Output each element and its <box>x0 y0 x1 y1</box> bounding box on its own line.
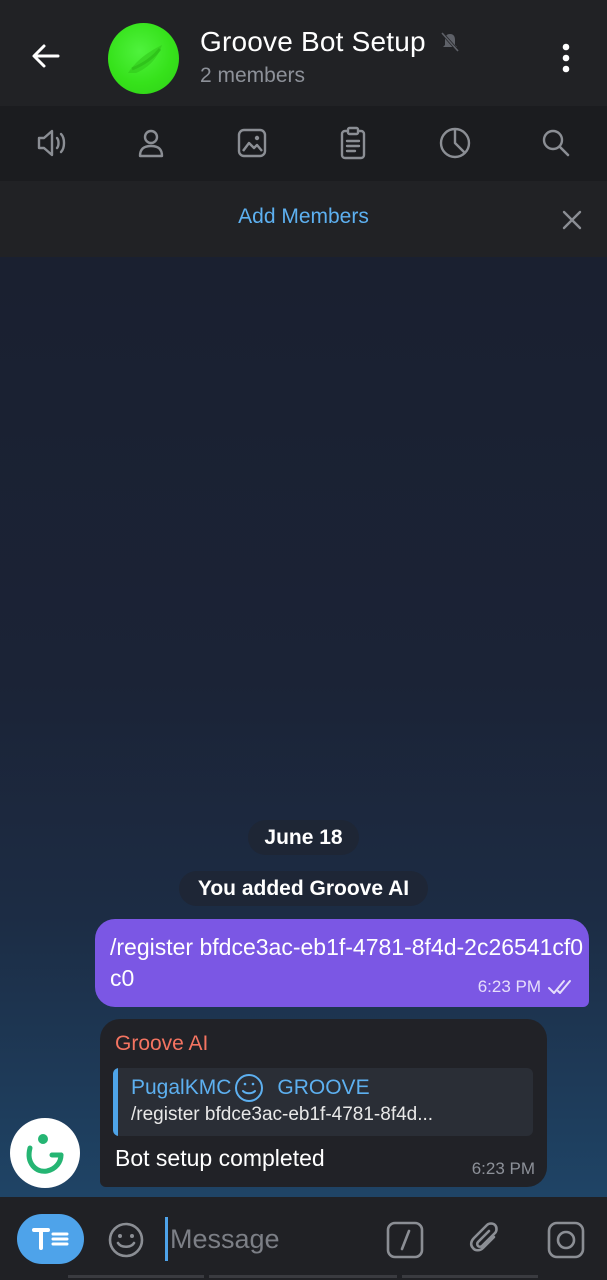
polls-button[interactable] <box>435 123 475 163</box>
add-members-banner: Add Members <box>0 181 607 257</box>
search-button[interactable] <box>536 123 576 163</box>
commands-button[interactable] <box>383 1218 427 1262</box>
add-members-link[interactable]: Add Members <box>0 205 607 229</box>
more-vertical-icon <box>562 43 570 73</box>
more-options-button[interactable] <box>552 38 580 78</box>
message-composer <box>0 1197 607 1280</box>
sender-name[interactable]: Groove AI <box>115 1032 208 1056</box>
incoming-message-time: 6:23 PM <box>471 1159 535 1178</box>
bot-menu-icon <box>31 1228 68 1250</box>
files-button[interactable] <box>333 123 373 163</box>
outgoing-message[interactable]: /register bfdce3ac-eb1f-4781-8f4d-2c2654… <box>95 919 589 1007</box>
chat-header: Groove Bot Setup 2 members <box>0 0 607 106</box>
profile-icon <box>138 129 164 158</box>
camera-icon <box>547 1221 585 1259</box>
reply-author-name: PugalKMC <box>131 1076 232 1099</box>
back-arrow-icon <box>32 44 60 68</box>
slash-command-icon <box>386 1221 424 1259</box>
smile-emoji-icon <box>235 1074 264 1102</box>
bot-menu-button[interactable] <box>17 1214 84 1264</box>
group-avatar[interactable] <box>108 23 179 94</box>
voice-chat-button[interactable] <box>32 123 72 163</box>
camera-button[interactable] <box>544 1218 588 1262</box>
reply-text: /register bfdce3ac-eb1f-4781-8f4d... <box>131 1104 434 1125</box>
pie-chart-icon <box>439 127 471 159</box>
speaker-icon <box>37 129 66 157</box>
nav-bar-segment <box>68 1275 204 1278</box>
date-separator: June 18 <box>248 820 359 855</box>
chat-action-bar <box>0 106 607 181</box>
members-button[interactable] <box>131 123 171 163</box>
close-icon <box>562 210 582 230</box>
outgoing-message-meta: 6:23 PM <box>478 977 577 997</box>
reply-accent-bar <box>113 1068 118 1136</box>
reply-author: PugalKMC GROOVE <box>131 1073 370 1103</box>
nav-bar-segment <box>209 1275 397 1278</box>
service-message: You added Groove AI <box>179 871 428 906</box>
attach-icon <box>469 1222 498 1252</box>
double-check-icon <box>548 980 571 994</box>
mute-icon <box>440 32 460 52</box>
incoming-message[interactable]: Groove AI PugalKMC GROOVE /register bfdc… <box>100 1019 547 1187</box>
image-icon <box>237 128 267 158</box>
chat-title[interactable]: Groove Bot Setup <box>200 26 426 58</box>
emoji-button[interactable] <box>104 1218 148 1262</box>
message-input[interactable] <box>165 1217 365 1261</box>
close-banner-button[interactable] <box>556 204 588 236</box>
reply-quote[interactable]: PugalKMC GROOVE /register bfdce3ac-eb1f-… <box>113 1068 533 1136</box>
media-button[interactable] <box>232 123 272 163</box>
reply-author-suffix: GROOVE <box>277 1076 370 1099</box>
attach-button[interactable] <box>464 1217 508 1261</box>
bot-avatar[interactable] <box>10 1118 80 1188</box>
nav-bar-segment <box>402 1275 538 1278</box>
emoji-icon <box>108 1222 144 1258</box>
members-count: 2 members <box>200 64 306 87</box>
incoming-message-text: Bot setup completed <box>115 1145 325 1171</box>
clipboard-icon <box>340 126 366 160</box>
chat-history[interactable]: June 18 You added Groove AI /register bf… <box>0 257 607 1197</box>
outgoing-message-time: 6:23 PM <box>477 977 541 996</box>
back-button[interactable] <box>26 36 66 76</box>
search-icon <box>542 129 570 157</box>
